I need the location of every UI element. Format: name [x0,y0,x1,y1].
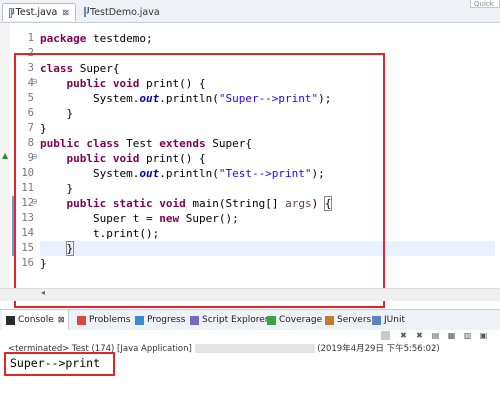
tab-label: Coverage [279,315,323,325]
clear-console-icon[interactable]: ▤ [431,331,440,340]
progress-icon [135,315,144,325]
code-highlight-box [14,53,385,308]
tab-label: TestDemo.java [90,6,160,18]
tab-testdemo-java[interactable]: TestDemo.java [78,3,160,21]
coverage-icon [267,315,276,325]
tab-label: Progress [147,315,186,325]
view-tab-bar: Console ⊠ Problems Progress Script Explo… [0,309,500,331]
remove-launch-icon[interactable]: ✖ [399,331,408,340]
tab-console[interactable]: Console ⊠ [2,310,70,330]
close-icon[interactable]: ⊠ [62,8,69,17]
java-file-icon [84,6,90,17]
java-file-icon [9,7,14,18]
override-arrow-icon: ▲ [2,151,9,160]
code-editor[interactable]: 1 2 3 4 5 6 7 8 9 10 11 12 13 14 15 16 ⊖… [0,23,500,308]
code-text: testdemo; [86,32,153,45]
word-wrap-icon[interactable]: ▥ [463,331,472,340]
script-explorer-icon [190,315,199,325]
console-toolbar: ✖ ✖ ▤ ▦ ▥ ▣ [0,330,500,342]
junit-icon [372,315,381,325]
tab-coverage[interactable]: Coverage [267,310,322,330]
close-icon[interactable]: ⊠ [58,310,65,330]
tab-progress[interactable]: Progress [135,310,185,330]
keyword: package [40,32,87,45]
horizontal-scrollbar[interactable]: ◂ [0,288,500,301]
pin-console-icon[interactable]: ▣ [479,331,488,340]
tab-label: Servers [337,315,372,325]
servers-icon [325,315,334,325]
tab-label: Console [18,315,54,325]
tab-label: Problems [89,315,131,325]
scroll-left-icon[interactable]: ◂ [41,288,45,297]
redacted-path [194,344,315,353]
terminate-icon[interactable] [381,331,390,340]
tab-label: Test.java [15,7,58,18]
tab-label: JUnit [384,315,405,325]
tab-test-java[interactable]: Test.java ⊠ [2,3,76,21]
output-highlight-box [4,352,115,376]
remove-all-icon[interactable]: ✖ [415,331,424,340]
tab-servers[interactable]: Servers [325,310,371,330]
console-icon [6,315,15,325]
scroll-lock-icon[interactable]: ▦ [447,331,456,340]
problems-icon [77,315,86,325]
editor-tab-bar: Test.java ⊠ TestDemo.java [0,0,500,23]
line-number: 1 [27,32,34,44]
tab-script-explorer[interactable]: Script Explorer [190,310,268,330]
run-timestamp: (2019年4月29日 下午5:56:02) [317,344,440,354]
tab-label: Script Explorer [202,315,269,325]
tab-problems[interactable]: Problems [77,310,130,330]
quick-access-field[interactable]: Quick [470,0,500,8]
tab-junit[interactable]: JUnit [372,310,405,330]
